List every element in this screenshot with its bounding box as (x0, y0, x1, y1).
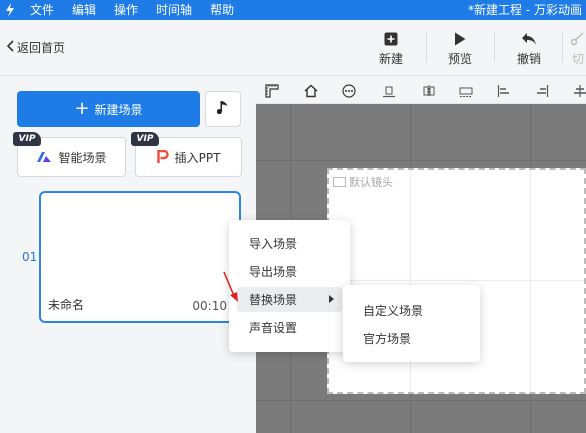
menu-help[interactable]: 帮助 (210, 0, 234, 20)
toolbar-divider (562, 32, 563, 62)
toolbar-divider (426, 32, 427, 62)
menu-item-import-scene[interactable]: 导入场景 (237, 231, 342, 256)
scene-context-menu: 导入场景 导出场景 替换场景 声音设置 (229, 220, 350, 352)
align-right-icon[interactable] (534, 83, 550, 99)
align-middle-icon[interactable] (572, 83, 586, 99)
new-button[interactable]: 新建 (368, 28, 414, 66)
top-toolbar: 返回首页 新建 预览 撤销 切 (0, 20, 586, 76)
cut-button[interactable]: 切 (570, 28, 586, 66)
app-logo-icon (0, 0, 20, 20)
ruler-icon[interactable] (264, 83, 280, 99)
distribute-icon[interactable] (458, 83, 474, 99)
undo-label: 撤销 (516, 52, 541, 66)
menu-file[interactable]: 文件 (30, 0, 54, 20)
camera-label-text: 默认镜头 (349, 176, 393, 189)
undo-icon (506, 28, 552, 50)
new-label: 新建 (378, 52, 403, 66)
replace-scene-label: 替换场景 (249, 293, 298, 307)
submenu-item-official-scene[interactable]: 官方场景 (351, 326, 472, 351)
scene-thumbnail[interactable]: 未命名 00:10 (39, 191, 241, 323)
preview-button[interactable]: 预览 (437, 28, 483, 66)
cut-icon (570, 28, 586, 50)
window-title: *新建工程 - 万彩动画 (468, 3, 582, 17)
menu-bar: 文件 编辑 操作 时间轴 帮助 *新建工程 - 万彩动画 (0, 0, 586, 20)
plus-icon: + (74, 98, 90, 119)
annotation-arrow-icon (222, 270, 240, 307)
play-icon (437, 28, 483, 50)
vip-badge: VIP (13, 132, 41, 146)
replace-scene-submenu: 自定义场景 官方场景 (343, 285, 480, 362)
scene-number: 01 (22, 250, 38, 264)
menu-operation[interactable]: 操作 (114, 0, 138, 20)
menu-timeline[interactable]: 时间轴 (156, 0, 192, 20)
back-home-label: 返回首页 (17, 41, 66, 55)
menu-item-export-scene[interactable]: 导出场景 (237, 259, 342, 284)
camera-label: 默认镜头 (333, 174, 393, 190)
preview-label: 预览 (447, 52, 472, 66)
align-left-icon[interactable] (496, 83, 512, 99)
align-bottom-icon[interactable] (381, 83, 397, 99)
music-button[interactable] (205, 91, 241, 127)
align-center-h-icon[interactable] (421, 83, 437, 99)
smart-scene-icon (36, 151, 52, 163)
music-note-icon (216, 100, 229, 119)
new-file-icon (368, 28, 414, 50)
grid-line (256, 160, 586, 161)
cut-label: 切 (571, 52, 584, 66)
ppt-icon (156, 150, 169, 164)
grid-line (256, 400, 586, 401)
menu-item-replace-scene[interactable]: 替换场景 (237, 287, 342, 312)
smart-scene-label: 智能场景 (58, 150, 107, 165)
chevron-left-icon (6, 39, 14, 56)
insert-ppt-label: 插入PPT (174, 150, 221, 165)
undo-button[interactable]: 撤销 (506, 28, 552, 66)
submenu-arrow-icon (329, 295, 334, 303)
toolbar-divider (494, 32, 495, 62)
stage-grid-line (329, 280, 584, 281)
menu-item-sound-settings[interactable]: 声音设置 (237, 315, 342, 340)
scene-name: 未命名 (48, 298, 85, 312)
menu-edit[interactable]: 编辑 (72, 0, 96, 20)
more-icon[interactable] (341, 83, 357, 99)
new-scene-label: 新建场景 (94, 102, 143, 117)
home-icon[interactable] (303, 83, 319, 99)
camera-icon (333, 177, 346, 187)
submenu-item-custom-scene[interactable]: 自定义场景 (351, 298, 472, 323)
new-scene-button[interactable]: + 新建场景 (17, 91, 200, 127)
scene-panel: + 新建场景 智能场景 VIP 插入PPT VIP 01 未命名 00:10 (0, 77, 256, 433)
stage-grid-line (530, 170, 531, 392)
vip-badge: VIP (131, 132, 159, 146)
canvas-toolbar (256, 77, 586, 104)
back-home-button[interactable]: 返回首页 (6, 39, 65, 56)
